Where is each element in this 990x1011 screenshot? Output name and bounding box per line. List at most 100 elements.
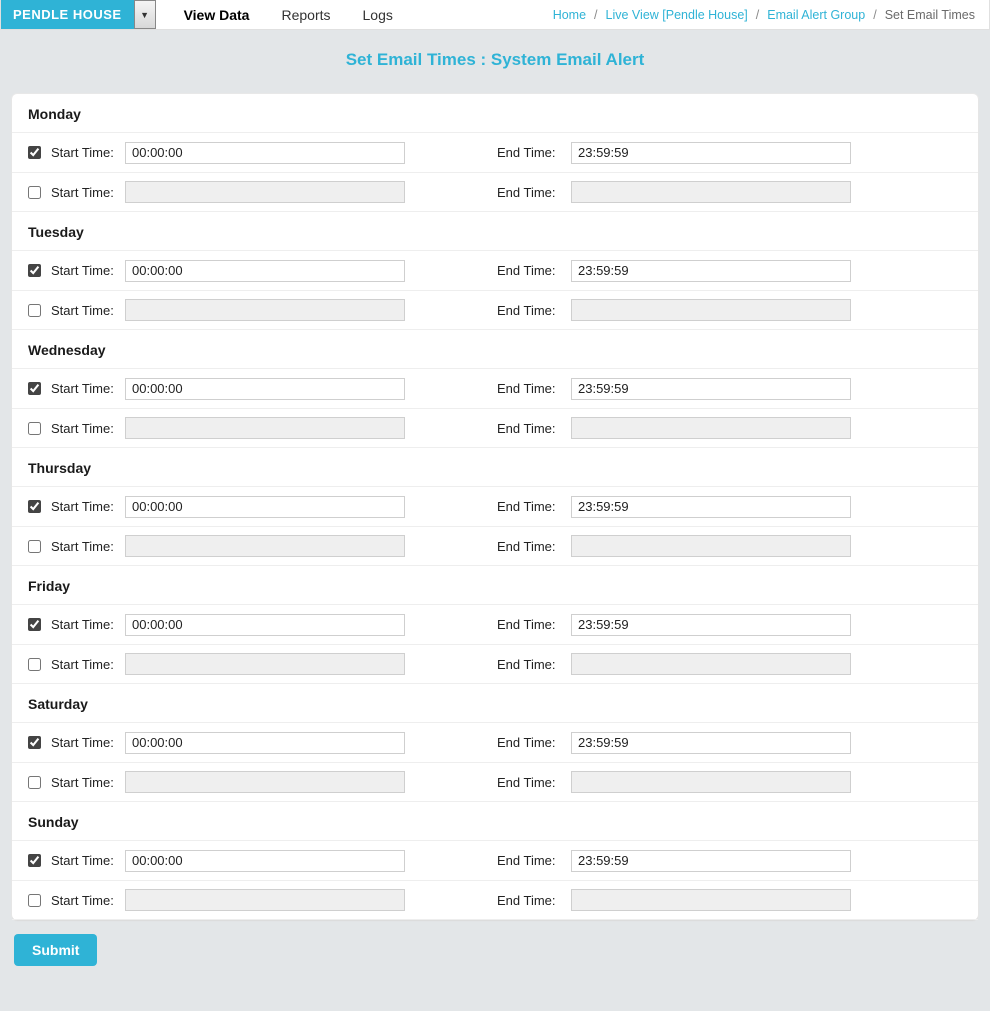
end-time-label: End Time: — [497, 853, 571, 868]
start-time-label: Start Time: — [51, 145, 125, 160]
slot-enable-checkbox[interactable] — [28, 658, 41, 671]
start-time-input[interactable] — [125, 614, 405, 636]
start-time-label: Start Time: — [51, 381, 125, 396]
end-time-input[interactable] — [571, 142, 851, 164]
slot-enable-checkbox[interactable] — [28, 422, 41, 435]
day-header: Tuesday — [12, 212, 978, 250]
slot-enable-checkbox[interactable] — [28, 540, 41, 553]
time-slot-row: Start Time:End Time: — [12, 644, 978, 684]
end-time-label: End Time: — [497, 381, 571, 396]
end-time-label: End Time: — [497, 735, 571, 750]
schedule-card: Monday Start Time: End Time: Start Time: End… — [12, 94, 978, 920]
day-header: Monday — [12, 94, 978, 132]
start-time-label: Start Time: — [51, 303, 125, 318]
end-time-label: End Time: — [497, 185, 571, 200]
day-header: Saturday — [12, 684, 978, 722]
nav-logs[interactable]: Logs — [363, 7, 393, 23]
start-time-label: Start Time: — [51, 617, 125, 632]
slot-enable-checkbox[interactable] — [28, 186, 41, 199]
end-time-input[interactable] — [571, 417, 851, 439]
end-time-input[interactable] — [571, 535, 851, 557]
start-time-input[interactable] — [125, 535, 405, 557]
time-slot-row: Start Time: End Time: — [12, 880, 978, 920]
end-time-input[interactable] — [571, 732, 851, 754]
end-time-input[interactable] — [571, 653, 851, 675]
slot-enable-checkbox[interactable] — [28, 264, 41, 277]
main-nav: View Data Reports Logs — [156, 0, 393, 29]
time-slot-row: Start Time:End Time: — [12, 526, 978, 566]
time-slot-row: Start Time:End Time: — [12, 172, 978, 212]
nav-reports[interactable]: Reports — [281, 7, 330, 23]
time-slot-row: Start Time:End Time: — [12, 250, 978, 290]
page-title: Set Email Times : System Email Alert — [0, 30, 990, 94]
end-time-input[interactable] — [571, 889, 851, 911]
end-time-label: End Time: — [497, 539, 571, 554]
start-time-input[interactable] — [125, 299, 405, 321]
start-time-label: Start Time: — [51, 775, 125, 790]
start-time-input[interactable] — [125, 417, 405, 439]
start-time-input[interactable] — [125, 771, 405, 793]
time-slot-row: Start Time:End Time: — [12, 722, 978, 762]
day-header: Thursday — [12, 448, 978, 486]
end-time-input[interactable] — [571, 378, 851, 400]
slot-enable-checkbox[interactable] — [28, 304, 41, 317]
end-time-label: End Time: — [497, 145, 571, 160]
slot-enable-checkbox[interactable] — [28, 894, 41, 907]
slot-enable-checkbox[interactable] — [28, 146, 41, 159]
end-time-label: End Time: — [497, 893, 571, 908]
breadcrumb-current: Set Email Times — [885, 8, 975, 22]
end-time-input[interactable] — [571, 496, 851, 518]
nav-view-data[interactable]: View Data — [184, 7, 250, 23]
time-slot-row: Start Time: End Time: — [12, 840, 978, 880]
submit-button[interactable]: Submit — [14, 934, 97, 966]
breadcrumb-sep: / — [873, 8, 876, 22]
start-time-input[interactable] — [125, 850, 405, 872]
breadcrumb-live-view[interactable]: Live View [Pendle House] — [606, 8, 748, 22]
start-time-input[interactable] — [125, 496, 405, 518]
day-header: Sunday — [12, 802, 978, 840]
end-time-input[interactable] — [571, 614, 851, 636]
start-time-label: Start Time: — [51, 263, 125, 278]
site-name-label: PENDLE HOUSE — [1, 0, 134, 29]
slot-enable-checkbox[interactable] — [28, 382, 41, 395]
end-time-input[interactable] — [571, 260, 851, 282]
end-time-label: End Time: — [497, 775, 571, 790]
end-time-input[interactable] — [571, 299, 851, 321]
start-time-input[interactable] — [125, 378, 405, 400]
slot-enable-checkbox[interactable] — [28, 618, 41, 631]
breadcrumb-email-group[interactable]: Email Alert Group — [767, 8, 865, 22]
slot-enable-checkbox[interactable] — [28, 500, 41, 513]
time-slot-row: Start Time: End Time: — [12, 368, 978, 408]
end-time-input[interactable] — [571, 850, 851, 872]
start-time-input[interactable] — [125, 653, 405, 675]
start-time-input[interactable] — [125, 889, 405, 911]
slot-enable-checkbox[interactable] — [28, 854, 41, 867]
end-time-label: End Time: — [497, 657, 571, 672]
start-time-input[interactable] — [125, 142, 405, 164]
day-header: Wednesday — [12, 330, 978, 368]
end-time-label: End Time: — [497, 499, 571, 514]
start-time-input[interactable] — [125, 732, 405, 754]
end-time-label: End Time: — [497, 303, 571, 318]
time-slot-row: Start Time: End Time: — [12, 762, 978, 802]
end-time-input[interactable] — [571, 771, 851, 793]
time-slot-row: Start Time: End Time: — [12, 132, 978, 172]
start-time-label: Start Time: — [51, 421, 125, 436]
topbar: PENDLE HOUSE ▼ View Data Reports Logs Ho… — [0, 0, 990, 30]
site-selector: PENDLE HOUSE ▼ — [1, 0, 156, 29]
slot-enable-checkbox[interactable] — [28, 776, 41, 789]
time-slot-row: Start Time: End Time: — [12, 408, 978, 448]
breadcrumb-home[interactable]: Home — [553, 8, 586, 22]
slot-enable-checkbox[interactable] — [28, 736, 41, 749]
start-time-label: Start Time: — [51, 893, 125, 908]
breadcrumb-sep: / — [594, 8, 597, 22]
day-header: Friday — [12, 566, 978, 604]
end-time-input[interactable] — [571, 181, 851, 203]
start-time-label: Start Time: — [51, 853, 125, 868]
end-time-label: End Time: — [497, 421, 571, 436]
site-dropdown-button[interactable]: ▼ — [134, 0, 156, 29]
start-time-input[interactable] — [125, 260, 405, 282]
time-slot-row: Start Time: End Time: — [12, 290, 978, 330]
time-slot-row: Start Time:End Time: — [12, 486, 978, 526]
start-time-input[interactable] — [125, 181, 405, 203]
